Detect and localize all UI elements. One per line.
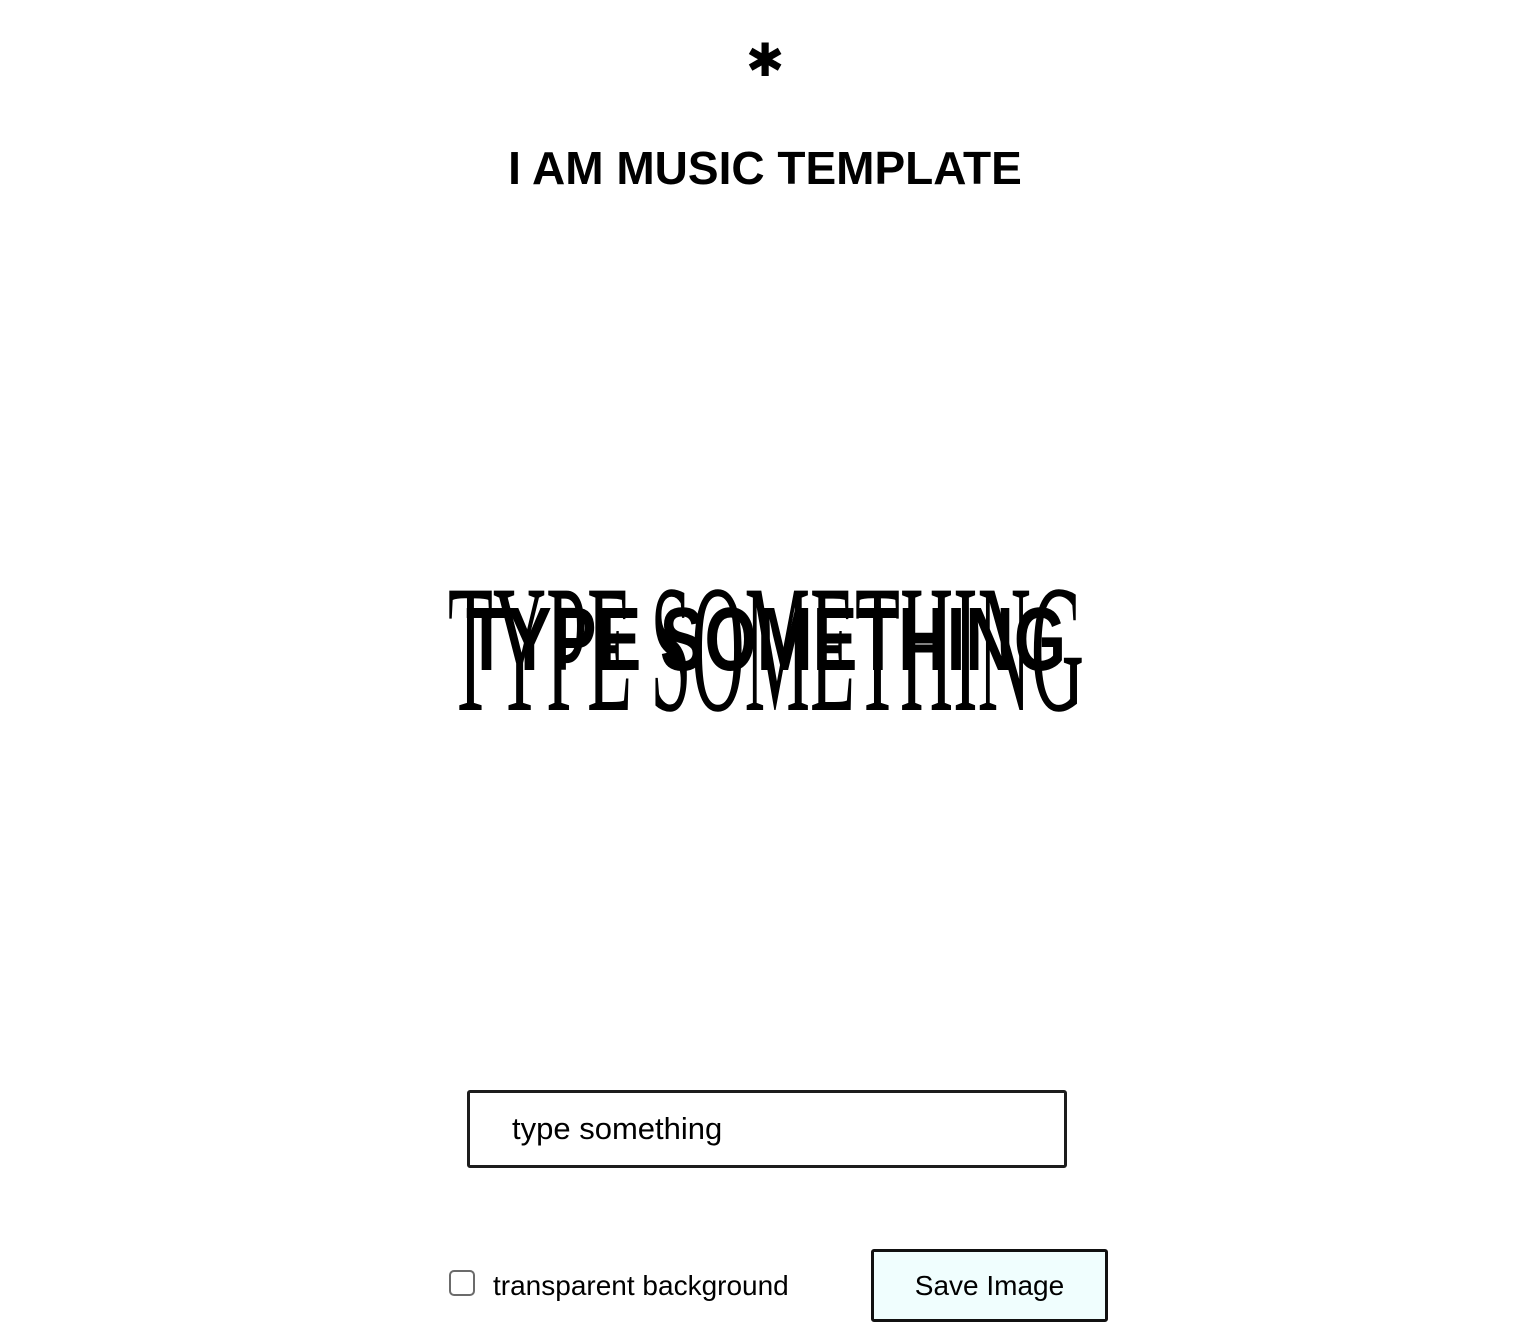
text-input[interactable] xyxy=(467,1090,1067,1168)
page-title: I AM MUSIC TEMPLATE xyxy=(508,142,1022,194)
transparent-background-checkbox[interactable] xyxy=(449,1270,475,1296)
transparent-background-label[interactable]: transparent background xyxy=(493,1266,789,1306)
preview-canvas: TYPE SOMETHING TYPE SOMETHING xyxy=(0,520,1530,740)
save-image-button[interactable]: Save Image xyxy=(871,1249,1108,1322)
preview-front-text: TYPE SOMETHING xyxy=(466,590,1066,690)
logo-asterisk-icon: ✱ xyxy=(745,33,785,87)
